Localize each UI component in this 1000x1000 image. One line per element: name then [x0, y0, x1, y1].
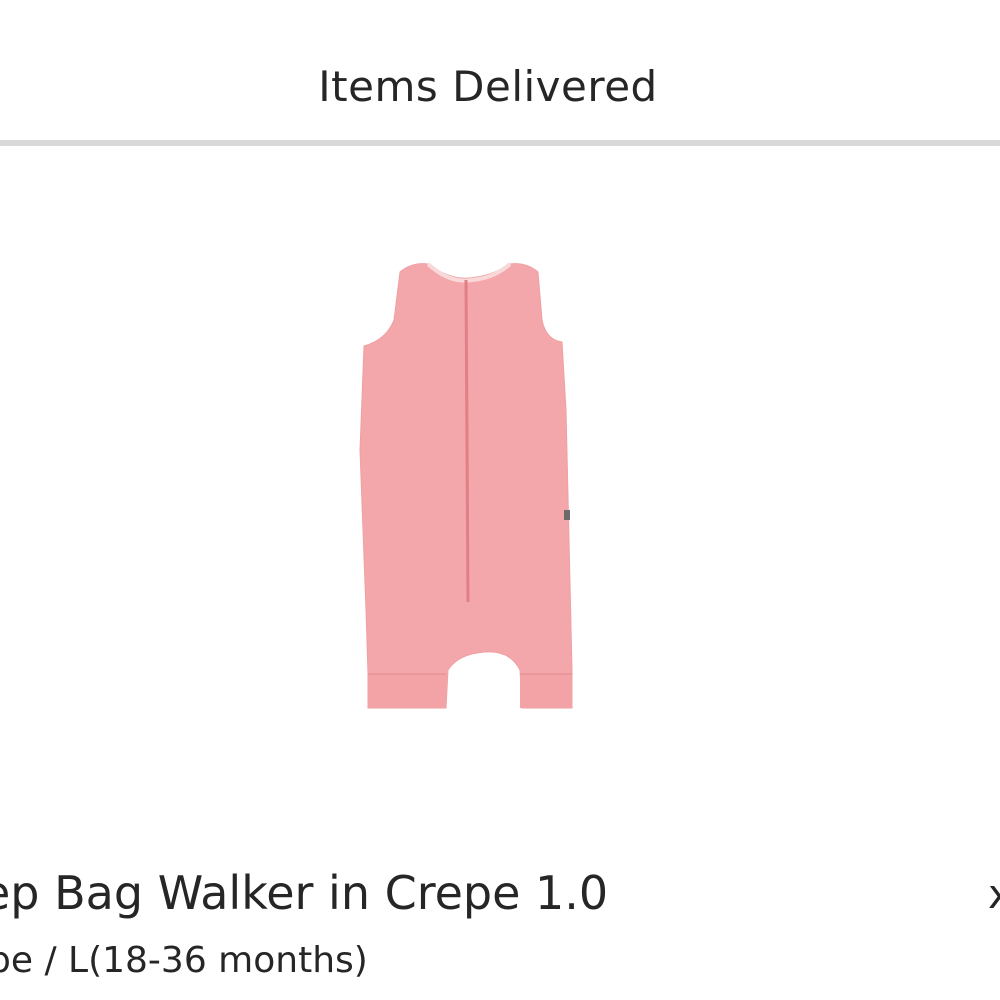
quantity-marker: x — [988, 872, 1000, 918]
product-image[interactable] — [350, 250, 620, 720]
product-variant: pe / L(18-36 months) — [0, 940, 368, 981]
product-name[interactable]: ep Bag Walker in Crepe 1.0 — [0, 866, 608, 920]
items-delivered-page: Items Delivered ep Bag Walker in Crepe 1… — [0, 0, 1000, 1000]
sleep-bag-walker-image — [359, 262, 573, 709]
divider — [0, 140, 1000, 146]
section-title: Items Delivered — [318, 62, 658, 111]
